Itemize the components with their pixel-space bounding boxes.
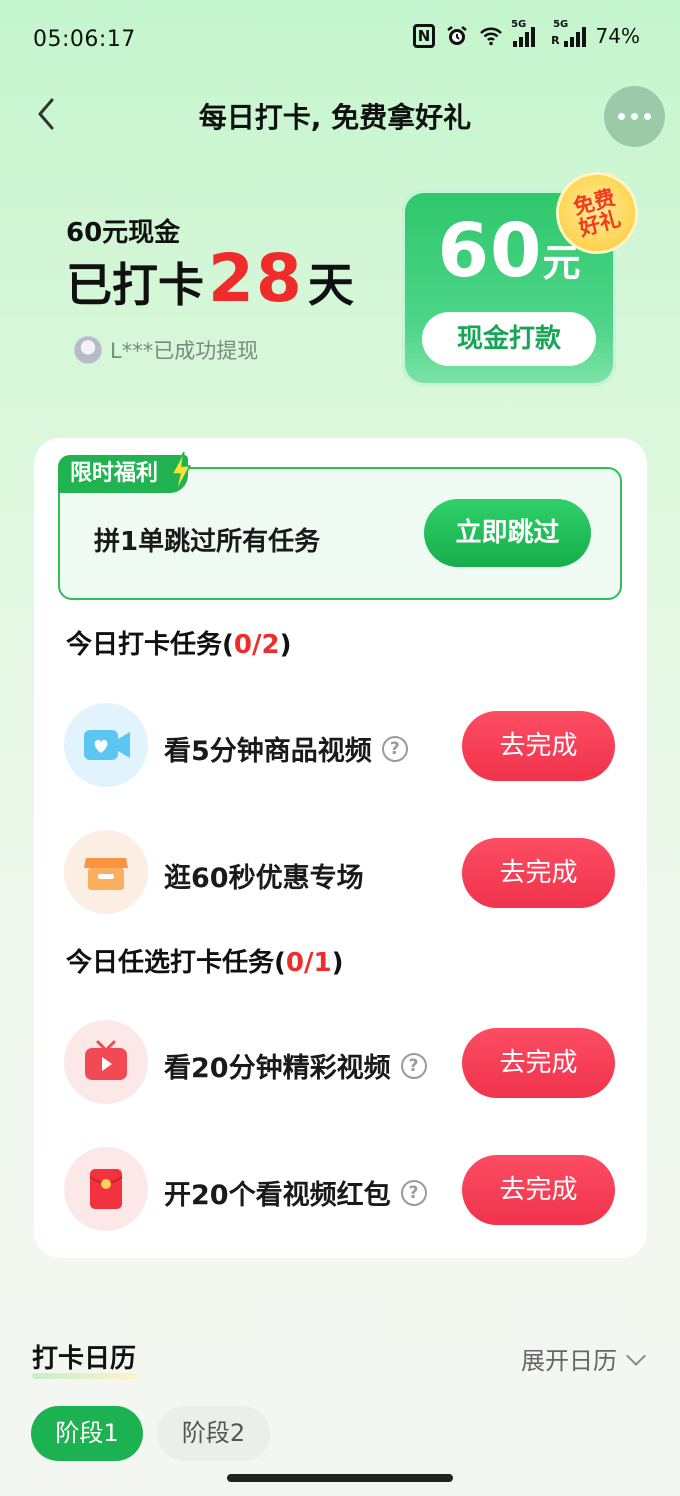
- withdraw-notice-text: L***已成功提现: [110, 339, 259, 363]
- promo-text: 拼1单跳过所有任务: [94, 527, 321, 557]
- checkin-calendar-title: 打卡日历: [32, 1338, 138, 1379]
- status-bar: 05:06:17 N 5G 5G R 74%: [0, 0, 680, 80]
- today-tasks-title: 今日打卡任务(0/2): [66, 624, 292, 665]
- red-envelope-icon: [64, 1147, 148, 1231]
- task-label: 开20个看视频红包?: [164, 1173, 427, 1212]
- network-type: 5G: [553, 19, 569, 30]
- complete-task-button[interactable]: 去完成: [462, 711, 615, 781]
- today-tasks-progress: 0/2: [233, 630, 280, 660]
- nfc-icon: N: [413, 24, 436, 48]
- complete-task-button[interactable]: 去完成: [462, 838, 615, 908]
- video-camera-icon: [64, 703, 148, 787]
- task-row: 看20分钟精彩视频? 去完成: [64, 1020, 624, 1106]
- task-label: 逛60秒优惠专场: [164, 856, 364, 895]
- status-time: 05:06:17: [33, 27, 136, 52]
- task-label: 看20分钟精彩视频?: [164, 1046, 427, 1085]
- free-gift-badge-text: 免费好礼: [570, 185, 624, 241]
- page-title: 每日打卡, 免费拿好礼: [198, 101, 472, 134]
- expand-calendar-label: 展开日历: [521, 1347, 617, 1375]
- task-row: 逛60秒优惠专场 去完成: [64, 830, 624, 916]
- help-icon[interactable]: ?: [381, 735, 408, 762]
- battery-level: 74%: [595, 24, 640, 48]
- network-type: 5G: [511, 19, 527, 30]
- task-label-text: 开20个看视频红包: [164, 1180, 391, 1211]
- today-tasks-title-close: ): [279, 630, 292, 660]
- cash-payout-button[interactable]: 现金打款: [422, 312, 596, 366]
- task-label-text: 看20分钟精彩视频: [164, 1053, 391, 1084]
- help-icon[interactable]: ?: [400, 1052, 427, 1079]
- status-icons: N 5G 5G R 74%: [413, 19, 640, 48]
- optional-tasks-title-close: ): [331, 948, 344, 978]
- complete-task-button[interactable]: 去完成: [462, 1028, 615, 1098]
- roaming-indicator: R: [551, 34, 560, 47]
- signal-icon: 5G: [511, 19, 536, 47]
- task-row: 看5分钟商品视频? 去完成: [64, 703, 624, 789]
- optional-tasks-title: 今日任选打卡任务(0/1): [66, 942, 344, 983]
- store-icon: [64, 830, 148, 914]
- tab-stage-2[interactable]: 阶段2: [157, 1406, 270, 1461]
- optional-tasks-title-text: 今日任选打卡任务(: [66, 948, 286, 978]
- more-options-button[interactable]: [604, 86, 665, 147]
- task-row: 开20个看视频红包? 去完成: [64, 1147, 624, 1233]
- task-label-text: 逛60秒优惠专场: [164, 863, 364, 894]
- checkin-status: 已打卡 28 天: [66, 240, 354, 317]
- signal-icon: 5G R: [551, 19, 586, 47]
- dot-icon: [618, 113, 625, 120]
- avatar: [74, 336, 102, 364]
- dot-icon: [644, 113, 651, 120]
- task-label-text: 看5分钟商品视频: [164, 736, 372, 767]
- checkin-days: 28: [208, 240, 304, 317]
- skip-now-button[interactable]: 立即跳过: [424, 499, 591, 567]
- dot-icon: [631, 113, 638, 120]
- cash-amount-value: 60: [437, 208, 543, 294]
- withdraw-notice: L***已成功提现: [74, 335, 258, 365]
- tv-play-icon: [64, 1020, 148, 1104]
- promo-tag: 限时福利: [58, 455, 189, 493]
- wifi-icon: [480, 27, 502, 46]
- home-indicator[interactable]: [227, 1474, 453, 1482]
- alarm-icon: [447, 26, 467, 45]
- optional-tasks-progress: 0/1: [285, 948, 332, 978]
- complete-task-button[interactable]: 去完成: [462, 1155, 615, 1225]
- expand-calendar-button[interactable]: 展开日历: [521, 1341, 646, 1376]
- tab-stage-1[interactable]: 阶段1: [31, 1406, 143, 1461]
- checkin-suffix: 天: [307, 258, 354, 312]
- lightning-icon: [170, 452, 192, 492]
- task-label: 看5分钟商品视频?: [164, 729, 408, 768]
- today-tasks-title-text: 今日打卡任务(: [66, 630, 234, 660]
- checkin-prefix: 已打卡: [66, 258, 204, 312]
- chevron-down-icon: [626, 1345, 646, 1366]
- help-icon[interactable]: ?: [400, 1179, 427, 1206]
